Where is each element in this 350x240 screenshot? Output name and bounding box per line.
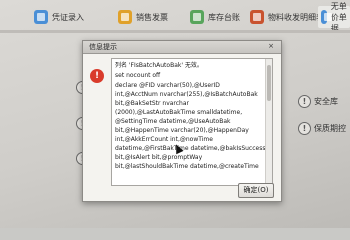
message-line: bit,@lastShouldBakTime datetime,@createT… [115, 163, 259, 170]
dialog-title: 信息提示 [89, 43, 117, 51]
tab-voucher-entry[interactable]: 凭证录入 [34, 6, 84, 28]
message-line: set nocount off [115, 72, 161, 79]
info-dialog: 信息提示 × ! 列名 'FIsBatchAutoBak' 无效。 set no… [82, 40, 282, 202]
shelf-life-label: 保质期控 [314, 124, 346, 133]
scrollbar-thumb[interactable] [267, 65, 271, 101]
voucher-icon [34, 10, 48, 24]
message-line: int,@AkkErrCount int,@nowTime [115, 136, 213, 143]
warning-icon: ! [298, 122, 311, 135]
message-line: (2000),@LastAutoBakTime smalldatetime, [115, 109, 243, 116]
message-line: @SettingTime datetime,@UseAutoBak [115, 118, 231, 125]
message-line: 列名 'FIsBatchAutoBak' 无效。 [115, 62, 203, 69]
message-line: bit,@HappenTime varchar(20),@HappenDay [115, 127, 249, 134]
tab-material-detail[interactable]: 物料收发明细表 [250, 6, 324, 28]
close-icon[interactable]: × [264, 42, 278, 51]
tab-no-price-docs[interactable]: 无单价单据 [318, 2, 350, 33]
invoice-icon [118, 10, 132, 24]
warning-icon: ! [298, 95, 311, 108]
tab-label: 凭证录入 [52, 12, 84, 22]
module-tab-strip: 凭证录入 销售发票 库存台账 物料收发明细表 无单价单据 [0, 0, 350, 34]
message-line: bit,@BakSetStr nvarchar [115, 100, 190, 107]
tab-label: 库存台账 [208, 12, 240, 22]
tab-label: 物料收发明细表 [268, 12, 324, 22]
tab-divider [0, 30, 350, 33]
safety-stock-label: 安全库 [314, 97, 338, 106]
dialog-titlebar: 信息提示 × [83, 41, 281, 54]
error-icon: ! [90, 69, 104, 83]
ledger-icon [190, 10, 204, 24]
tab-sales-invoice[interactable]: 销售发票 [118, 6, 168, 28]
tab-label: 销售发票 [136, 12, 168, 22]
error-message-box: 列名 'FIsBatchAutoBak' 无效。 set nocount off… [111, 58, 273, 186]
app-window: 凭证录入 销售发票 库存台账 物料收发明细表 无单价单据 ! ! ! ! 安全库… [0, 0, 350, 228]
message-line: int,@AcctNum nvarchar(255),@IsBatchAutoB… [115, 91, 258, 98]
document-icon [321, 10, 332, 24]
message-line: bit,@IsAlert bit,@promptWay [115, 154, 203, 161]
report-icon [250, 10, 264, 24]
message-scrollbar[interactable] [265, 59, 272, 185]
ok-button[interactable]: 确定(O) [238, 183, 274, 198]
message-line: datetime,@FirstBakTime datetime,@bakIsSu… [115, 145, 266, 152]
message-line: declare @FID varchar(50),@UserID [115, 82, 220, 89]
tab-inventory-ledger[interactable]: 库存台账 [190, 6, 240, 28]
tab-label: 无单价单据 [330, 1, 347, 33]
